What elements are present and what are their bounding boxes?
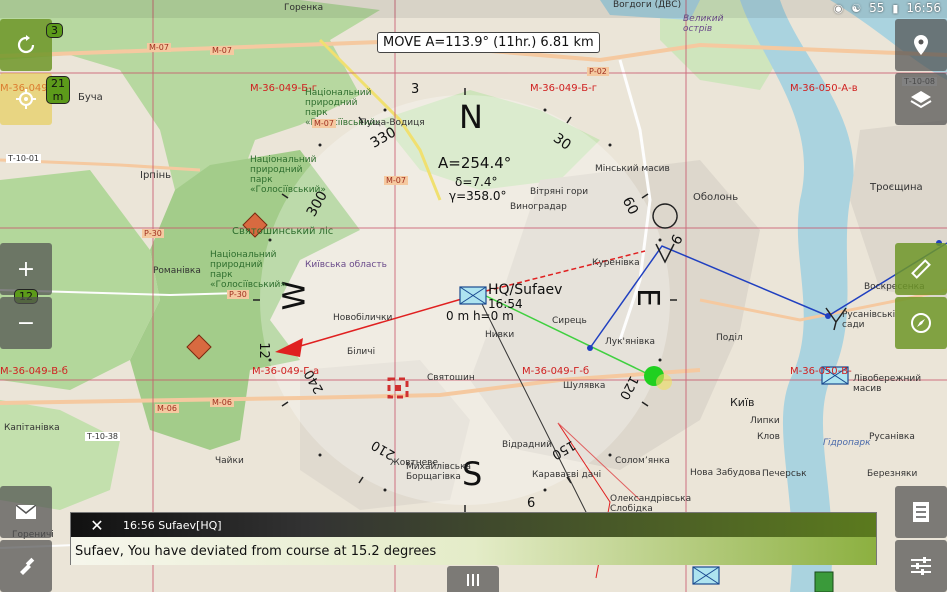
accuracy-value: 21 — [51, 77, 65, 90]
unit-marker — [814, 571, 834, 592]
message-header-text: 16:56 Sufaev[HQ] — [123, 518, 222, 532]
status-bar: ◉ ☯ 55 ▮ 16:56 — [0, 0, 947, 18]
list-button[interactable] — [895, 486, 947, 538]
zoom-in-button[interactable]: + — [0, 243, 52, 295]
move-info-label: MOVE A=113.9° (11hr.) 6.81 km — [377, 32, 600, 53]
accuracy-badge: 21 m — [46, 76, 70, 104]
waypoint-button[interactable] — [895, 19, 947, 71]
waypoint — [587, 345, 593, 351]
compass-button[interactable] — [895, 297, 947, 349]
sync-badge: 3 — [46, 23, 63, 38]
location-button[interactable] — [0, 73, 52, 125]
battery-icon: ▮ — [892, 1, 899, 15]
envelope-icon — [16, 505, 36, 519]
crosshair-icon — [16, 89, 36, 109]
message-header: ✕ 16:56 Sufaev[HQ] — [71, 513, 876, 537]
zoom-out-button[interactable]: − — [0, 297, 52, 349]
compass-icon — [911, 313, 931, 333]
layers-button[interactable] — [895, 73, 947, 125]
ruler-button[interactable] — [895, 243, 947, 295]
accuracy-unit: m — [52, 90, 64, 103]
layers-icon — [910, 91, 932, 109]
close-message-button[interactable]: ✕ — [71, 513, 123, 537]
marker-icon — [20, 557, 35, 575]
ruler-icon — [911, 259, 931, 279]
map-pin-icon — [914, 35, 928, 55]
settings-button[interactable] — [895, 540, 947, 592]
map-canvas[interactable] — [0, 0, 947, 592]
messages-button[interactable] — [0, 486, 52, 538]
message-panel: ✕ 16:56 Sufaev[HQ] Sufaev, You have devi… — [70, 512, 877, 565]
sync-button[interactable] — [0, 19, 52, 71]
sync-icon — [17, 35, 35, 54]
gps-icon: ◉ — [833, 1, 844, 15]
sliders-icon — [911, 557, 931, 575]
tools-button[interactable] — [0, 540, 52, 592]
menu-bars-icon — [467, 574, 479, 586]
document-icon — [913, 502, 929, 522]
bottom-menu-handle[interactable] — [447, 566, 499, 592]
wifi-icon: ☯ — [851, 1, 862, 15]
battery-level: 55 — [869, 1, 885, 15]
message-body: Sufaev, You have deviated from course at… — [71, 537, 876, 565]
clock: 16:56 — [906, 1, 941, 15]
